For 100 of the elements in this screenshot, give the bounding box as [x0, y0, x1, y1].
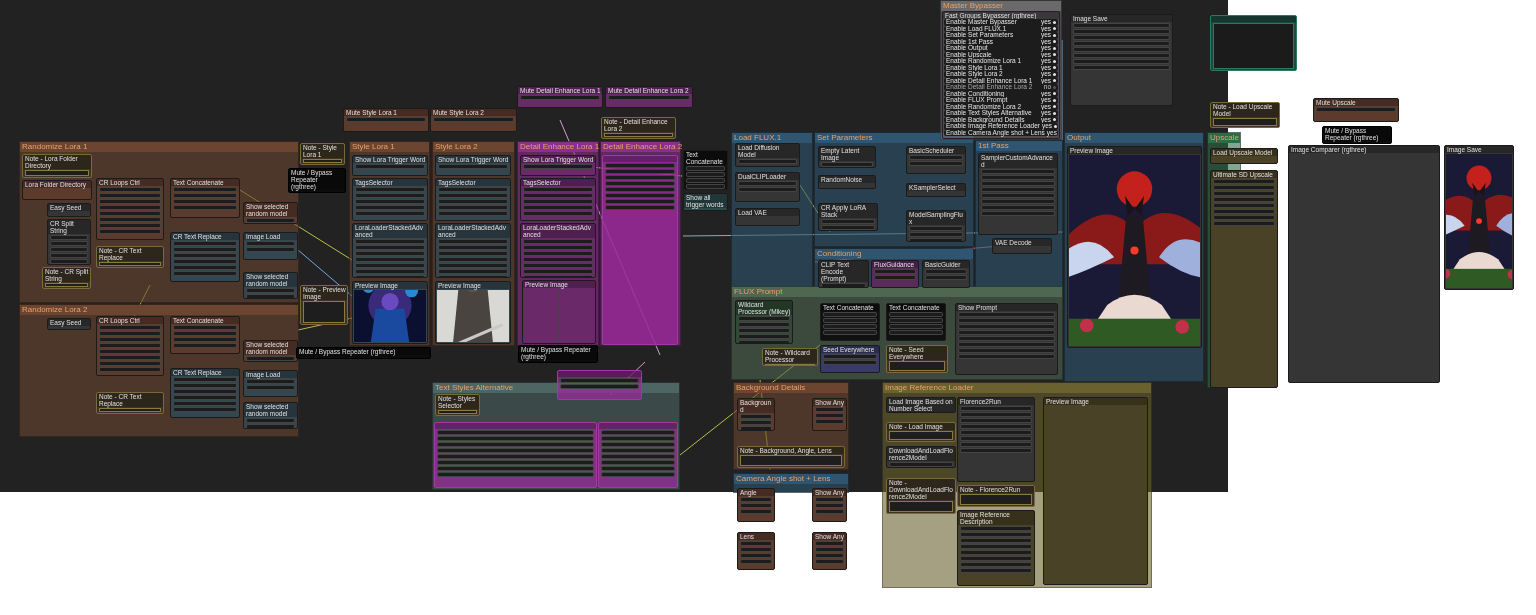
widget-row[interactable] [50, 241, 88, 246]
widget-row[interactable] [437, 466, 594, 471]
widget-row[interactable] [99, 199, 161, 204]
widget-row[interactable] [246, 379, 295, 384]
widget-row[interactable] [560, 378, 639, 383]
widget-row[interactable] [815, 413, 844, 418]
widget-row[interactable] [173, 377, 237, 382]
widget-row[interactable] [605, 199, 675, 204]
widget-row[interactable] [523, 199, 593, 204]
widget-row[interactable] [738, 159, 797, 164]
widget-row[interactable] [438, 193, 508, 198]
widget-row[interactable] [823, 360, 877, 365]
widget-row[interactable] [960, 412, 1032, 417]
widget-row[interactable] [740, 497, 772, 502]
widget-row[interactable] [874, 269, 916, 274]
widget-row[interactable] [740, 414, 772, 419]
widget-row[interactable] [740, 559, 772, 564]
widget-row[interactable] [1213, 185, 1275, 190]
widget-row[interactable] [1073, 65, 1170, 70]
widget-row[interactable] [437, 430, 594, 435]
widget-row[interactable] [815, 541, 844, 546]
widget-row[interactable] [355, 211, 425, 216]
widget-row[interactable] [605, 205, 675, 210]
widget-row[interactable] [889, 318, 943, 323]
widget-row[interactable] [438, 251, 508, 256]
widget-row[interactable] [173, 395, 237, 400]
widget-row[interactable] [740, 541, 772, 546]
widget-row[interactable] [99, 349, 161, 354]
widget-row[interactable] [355, 199, 425, 204]
widget-row[interactable] [958, 312, 1055, 317]
widget-row[interactable] [874, 275, 916, 280]
widget-row[interactable] [960, 436, 1032, 441]
widget-row[interactable] [99, 367, 161, 372]
widget-row[interactable] [173, 343, 237, 348]
widget-row[interactable] [958, 318, 1055, 323]
widget-row[interactable] [355, 251, 425, 256]
widget-row[interactable] [601, 472, 675, 477]
widget-row[interactable] [960, 418, 1032, 423]
widget-row[interactable] [346, 117, 426, 122]
widget-row[interactable] [738, 316, 790, 321]
widget-row[interactable] [823, 324, 877, 329]
widget-row[interactable] [99, 187, 161, 192]
widget-row[interactable] [1213, 179, 1275, 184]
widget-row[interactable] [438, 257, 508, 262]
widget-row[interactable] [889, 330, 943, 335]
widget-row[interactable] [438, 211, 508, 216]
widget-row[interactable] [355, 164, 425, 169]
widget-row[interactable] [173, 407, 237, 412]
widget-row[interactable] [738, 181, 797, 186]
widget-row[interactable] [823, 330, 877, 335]
widget-row[interactable] [438, 164, 508, 169]
widget-row[interactable] [355, 257, 425, 262]
widget-row[interactable] [99, 211, 161, 216]
widget-row[interactable] [99, 205, 161, 210]
widget-row[interactable] [523, 239, 593, 244]
widget-row[interactable] [246, 424, 295, 428]
widget-row[interactable] [605, 181, 675, 186]
widget-row[interactable] [960, 430, 1032, 435]
widget-row[interactable] [738, 334, 790, 339]
widget-row[interactable] [173, 259, 237, 264]
widget-row[interactable] [438, 263, 508, 268]
widget-row[interactable] [981, 181, 1055, 186]
widget-row[interactable] [889, 462, 953, 467]
widget-row[interactable] [173, 253, 237, 258]
widget-row[interactable] [99, 193, 161, 198]
widget-row[interactable] [433, 117, 514, 122]
widget-row[interactable] [605, 169, 675, 174]
widget-row[interactable] [246, 294, 295, 298]
widget-row[interactable] [523, 269, 593, 274]
widget-row[interactable] [173, 241, 237, 246]
widget-row[interactable] [960, 550, 1032, 555]
widget-row[interactable] [960, 448, 1032, 453]
widget-row[interactable] [246, 247, 295, 252]
widget-row[interactable] [99, 355, 161, 360]
widget-row[interactable] [437, 460, 594, 465]
widget-row[interactable] [1073, 41, 1170, 46]
widget-row[interactable] [1073, 29, 1170, 34]
widget-row[interactable] [601, 442, 675, 447]
widget-row[interactable] [601, 448, 675, 453]
widget-row[interactable] [815, 497, 844, 502]
widget-row[interactable] [355, 239, 425, 244]
widget-row[interactable] [246, 385, 295, 390]
widget-row[interactable] [925, 269, 967, 274]
widget-row[interactable] [738, 322, 790, 327]
widget-row[interactable] [981, 193, 1055, 198]
widget-row[interactable] [173, 337, 237, 342]
widget-row[interactable] [1073, 23, 1170, 28]
widget-row[interactable] [601, 454, 675, 459]
widget-row[interactable] [173, 401, 237, 406]
widget-row[interactable] [601, 430, 675, 435]
widget-row[interactable] [1073, 59, 1170, 64]
widget-row[interactable] [99, 223, 161, 228]
widget-row[interactable] [1213, 209, 1275, 214]
widget-row[interactable] [601, 460, 675, 465]
widget-row[interactable] [99, 337, 161, 342]
widget-row[interactable] [50, 259, 88, 264]
widget-row[interactable] [438, 269, 508, 274]
widget-row[interactable] [909, 161, 963, 166]
widget-row[interactable] [823, 312, 877, 317]
widget-row[interactable] [909, 155, 963, 160]
